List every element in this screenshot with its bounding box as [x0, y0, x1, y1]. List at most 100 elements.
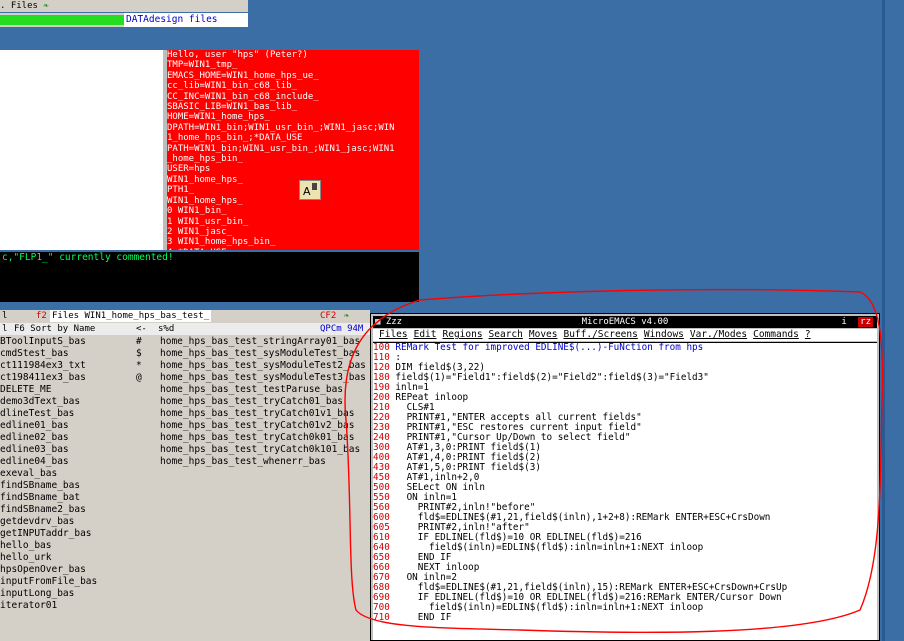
- microemacs-window[interactable]: ▦ Zzz MicroEMACS v4.00 i rz Files Edit Reg…: [370, 313, 880, 641]
- emacs-menu-item[interactable]: Search: [489, 329, 523, 340]
- emacs-menu-item[interactable]: Var./Modes: [690, 329, 747, 340]
- resize-button[interactable]: rz: [858, 317, 873, 327]
- env-line: 4 *DATA_USE_: [165, 248, 419, 250]
- emacs-menu-item[interactable]: Commands: [753, 329, 799, 340]
- file-row[interactable]: exeval_bas: [0, 468, 370, 480]
- font-tool-icon[interactable]: A: [299, 180, 321, 200]
- file-path: home_hps_bas_test_sysModuleTest3_bas: [160, 372, 366, 383]
- file-row[interactable]: cmdStest_bas $ home_hps_bas_test_sysModule…: [0, 348, 370, 360]
- top-files-bar[interactable]: . Files ❧: [0, 0, 248, 12]
- file-row[interactable]: iterator01: [0, 600, 370, 612]
- file-row[interactable]: inputFromFile_bas: [0, 576, 370, 588]
- env-line: _home_hps_bin_: [167, 154, 243, 165]
- code-text: REMark Test for improved EDLINE$(...)-Fu…: [389, 342, 704, 353]
- file-mark: @: [136, 372, 142, 383]
- cf2-key[interactable]: CF2: [320, 310, 336, 322]
- file-name: hello_urk: [0, 552, 52, 563]
- file-name: inputLong_bas: [0, 588, 75, 599]
- emacs-menu-item[interactable]: ?: [805, 329, 811, 340]
- file-name: iterator01: [0, 600, 58, 611]
- sort-by-name-button[interactable]: F6 Sort by Name: [14, 323, 95, 335]
- file-row[interactable]: ct198411ex3_bas @ home_hps_bas_test_sysMod…: [0, 372, 370, 384]
- file-row[interactable]: hello_urk: [0, 552, 370, 564]
- file-name: cmdStest_bas: [0, 348, 69, 359]
- file-row[interactable]: DELETE_ME home_hps_bas_test_testParuse_ba…: [0, 384, 370, 396]
- file-window-header: l F6 Sort by Name <- s%d QPCm 94M: [0, 323, 370, 335]
- file-browser-window[interactable]: l f2 Files WIN1_home_hps_bas_test_ CF2 ❧…: [0, 310, 370, 641]
- env-line: PTH1_: [167, 185, 195, 196]
- file-window-title: l f2 Files WIN1_home_hps_bas_test_ CF2 ❧: [0, 310, 370, 322]
- top-files-title: . Files: [0, 1, 38, 11]
- file-row[interactable]: BToolInputS_bas # home_hps_bas_test_string…: [0, 336, 370, 348]
- file-row[interactable]: getdevdrv_bas: [0, 516, 370, 528]
- progress-bar: DATAdesign files: [0, 13, 248, 27]
- file-path: home_hps_bas_test_testParuse_bas: [160, 384, 344, 395]
- emacs-menu-item[interactable]: Edit: [414, 329, 437, 340]
- file-name: DELETE_ME: [0, 384, 52, 395]
- info-button[interactable]: i: [841, 317, 846, 327]
- env-line: DPATH=WIN1_bin;WIN1_usr_bin_;WIN1_jasc;W…: [167, 122, 395, 133]
- blank-panel: [0, 50, 165, 250]
- file-mark: *: [136, 360, 142, 371]
- file-path: home_hps_bas_test_tryCatch0k101_bas: [160, 444, 361, 455]
- file-row[interactable]: findSBname_bas: [0, 480, 370, 492]
- file-name: ct111984ex3_txt: [0, 360, 86, 371]
- emacs-menu-bar: Files Edit Regions Search Moves Buff./Screens…: [373, 329, 877, 341]
- env-line: 2 WIN1_jasc_: [167, 226, 233, 237]
- file-row[interactable]: ct111984ex3_txt * home_hps_bas_test_sysMod…: [0, 360, 370, 372]
- code-line: 710 END IF: [373, 613, 877, 623]
- line-number: 710: [373, 612, 390, 623]
- file-row[interactable]: edline02_bas home_hps_bas_test_tryCatch0k…: [0, 432, 370, 444]
- file-row[interactable]: dlineTest_bas home_hps_bas_test_tryCatch0…: [0, 408, 370, 420]
- file-row[interactable]: findSBname2_bas: [0, 504, 370, 516]
- file-path: home_hps_bas_test_tryCatch01_bas: [160, 396, 344, 407]
- file-name: hello_bas: [0, 540, 52, 551]
- file-name: findSBname_bas: [0, 480, 81, 491]
- header-mark: l: [2, 324, 8, 334]
- env-line: Hello, user "hps" (Peter?): [167, 50, 308, 60]
- file-mark: $: [136, 348, 142, 359]
- emacs-menu-item[interactable]: Windows: [644, 329, 684, 340]
- emacs-menu-item[interactable]: Regions: [443, 329, 483, 340]
- emacs-menu-item[interactable]: Moves: [529, 329, 558, 340]
- leaf-icon: ❧: [344, 311, 350, 321]
- file-window-path: Files WIN1_home_hps_bas_test_: [50, 310, 212, 322]
- leaf-icon: ❧: [43, 1, 49, 11]
- emacs-window-buttons: i rz: [841, 316, 873, 328]
- env-line: SBASIC_LIB=WIN1_bas_lib_: [167, 102, 298, 113]
- file-row[interactable]: edline01_bas home_hps_bas_test_tryCatch01…: [0, 420, 370, 432]
- file-row[interactable]: edline03_bas home_hps_bas_test_tryCatch0k…: [0, 444, 370, 456]
- env-line: TMP=WIN1_tmp_: [167, 60, 238, 71]
- file-name: hpsOpenOver_bas: [0, 564, 86, 575]
- emacs-editor[interactable]: 100 REMark Test for improved EDLINE$(...…: [373, 342, 877, 640]
- environment-pane: Hello, user "hps" (Peter?) TMP=WIN1_tmp_ E…: [165, 50, 419, 250]
- file-path: home_hps_bas_test_whenerr_bas: [160, 456, 326, 467]
- file-row[interactable]: findSBname_bat: [0, 492, 370, 504]
- file-name: findSBname_bat: [0, 492, 81, 503]
- file-row[interactable]: edline04_bas home_hps_bas_test_whenerr_ba…: [0, 456, 370, 468]
- progress-label: DATAdesign files: [124, 13, 248, 27]
- back-button[interactable]: <-: [136, 323, 147, 335]
- progress-fill: [0, 15, 124, 25]
- emacs-menu-item[interactable]: Files: [379, 329, 408, 340]
- console-pane: c,"FLP1_" currently commented!: [0, 252, 419, 302]
- env-line: WIN1_home_hps_: [167, 174, 243, 185]
- env-line: WIN1_home_hps_: [167, 195, 243, 206]
- code-text: field$(1)="Field1":field$(2)="Field2":fi…: [389, 372, 709, 383]
- file-row[interactable]: inputLong_bas: [0, 588, 370, 600]
- file-name: BToolInputS_bas: [0, 336, 86, 347]
- file-name: exeval_bas: [0, 468, 58, 479]
- emacs-title: MicroEMACS v4.00: [581, 317, 669, 327]
- file-name: edline03_bas: [0, 444, 69, 455]
- file-row[interactable]: hello_bas: [0, 540, 370, 552]
- file-row[interactable]: demo3dText_bas home_hps_bas_test_tryCatch…: [0, 396, 370, 408]
- f2-key[interactable]: f2: [36, 310, 47, 322]
- file-name: ct198411ex3_bas: [0, 372, 86, 383]
- device-label: QPCm 94M: [320, 324, 364, 334]
- emacs-menu-item[interactable]: Buff./Screens: [563, 329, 637, 340]
- file-name: inputFromFile_bas: [0, 576, 98, 587]
- file-path: home_hps_bas_test_tryCatch0k01_bas: [160, 432, 355, 443]
- file-row[interactable]: getINPUTaddr_bas: [0, 528, 370, 540]
- file-row[interactable]: hpsOpenOver_bas: [0, 564, 370, 576]
- emacs-title-bar[interactable]: ▦ Zzz MicroEMACS v4.00 i rz: [373, 316, 877, 328]
